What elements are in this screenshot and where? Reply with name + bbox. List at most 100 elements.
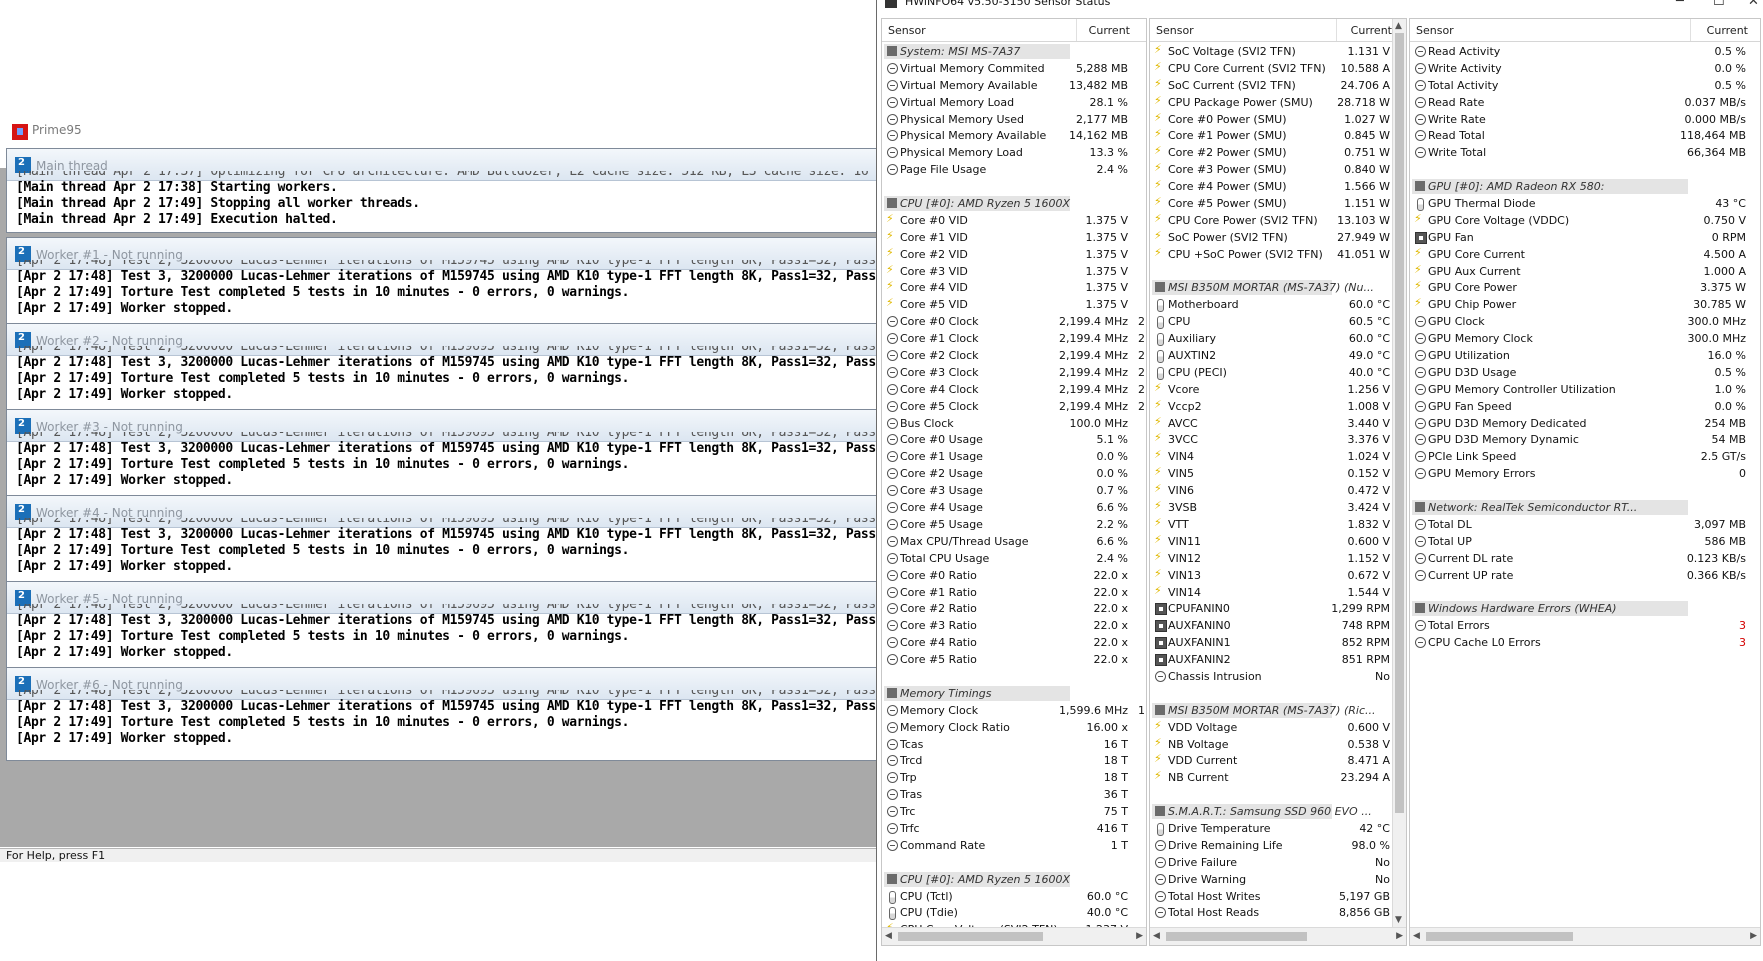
sensor-row[interactable]: Trfc 416 T <box>882 821 1146 838</box>
sensor-row[interactable]: GPU D3D Memory Dedicated 254 MB <box>1410 416 1760 433</box>
header-current[interactable]: Current <box>1707 24 1748 37</box>
sensor-row[interactable]: Core #1 Ratio 22.0 x <box>882 585 1146 602</box>
sensor-row[interactable]: Core #3 Ratio 22.0 x <box>882 618 1146 635</box>
sensor-row[interactable]: AUXFANIN1 852 RPM <box>1150 635 1406 652</box>
sensor-row[interactable]: Page File Usage 2.4 % <box>882 162 1146 179</box>
horizontal-scrollbar-thumb[interactable] <box>898 932 1043 941</box>
sensor-row[interactable]: GPU D3D Memory Dynamic 54 MB <box>1410 432 1760 449</box>
scroll-right-icon[interactable]: ▶ <box>1750 931 1757 941</box>
sensor-row[interactable]: CPU 60.5 °C <box>1150 314 1406 331</box>
sensor-row[interactable]: Write Total 66,364 MB <box>1410 145 1760 162</box>
sensor-group-header[interactable]: S.M.A.R.T.: Samsung SSD 960 EVO ... <box>1150 804 1406 821</box>
sensor-row[interactable]: Tras 36 T <box>882 787 1146 804</box>
sensor-row[interactable]: 3VSB 3.424 V <box>1150 499 1406 517</box>
horizontal-scrollbar-thumb[interactable] <box>1166 932 1307 941</box>
sensor-row[interactable]: GPU Memory Controller Utilization 1.0 % <box>1410 382 1760 399</box>
sensor-row[interactable]: Core #1 Usage 0.0 % <box>882 449 1146 466</box>
worker-window-4[interactable]: Worker #4 - Not running[Apr 2 17:48] Tes… <box>6 495 884 589</box>
sensor-row[interactable]: Core #2 VID 1.375 V <box>882 246 1146 264</box>
sensor-row[interactable]: VIN6 0.472 V <box>1150 482 1406 500</box>
sensor-row[interactable]: Core #5 Usage 2.2 % <box>882 517 1146 534</box>
sensor-row[interactable]: GPU Fan Speed 0.0 % <box>1410 399 1760 416</box>
sensor-row[interactable]: Total Activity 0.5 % <box>1410 78 1760 95</box>
sensor-row[interactable]: Vcore 1.256 V <box>1150 381 1406 399</box>
sensor-row[interactable]: CPU Core Power (SVI2 TFN) 13.103 W <box>1150 212 1406 230</box>
header-sensor[interactable]: Sensor <box>888 24 926 37</box>
sensor-row[interactable]: GPU Core Voltage (VDDC) 0.750 V <box>1410 212 1760 230</box>
sensor-row[interactable]: NB Voltage 0.538 V <box>1150 736 1406 754</box>
sensor-row[interactable]: SoC Voltage (SVI2 TFN) 1.131 V <box>1150 43 1406 61</box>
main-thread-window[interactable]: Main thread[Main thread Apr 2 17:37] Opt… <box>6 148 884 233</box>
sensor-row[interactable]: Memory Clock Ratio 16.00 x <box>882 720 1146 737</box>
prime95-titlebar[interactable]: Prime95 <box>0 115 876 147</box>
sensor-row[interactable]: AUXFANIN0 748 RPM <box>1150 618 1406 635</box>
sensor-row[interactable]: Vccp2 1.008 V <box>1150 398 1406 416</box>
sensor-row[interactable]: Drive Temperature 42 °C <box>1150 821 1406 838</box>
sensor-row[interactable]: Chassis Intrusion No <box>1150 669 1406 686</box>
sensor-row[interactable]: Write Activity 0.0 % <box>1410 61 1760 78</box>
worker-window-3[interactable]: Worker #3 - Not running[Apr 2 17:48] Tes… <box>6 409 884 503</box>
sensor-group-header[interactable]: CPU [#0]: AMD Ryzen 5 1600X <box>882 871 1146 889</box>
sensor-row[interactable]: GPU Clock 300.0 MHz <box>1410 314 1760 331</box>
sensor-row[interactable]: Core #3 VID 1.375 V <box>882 263 1146 281</box>
sensor-row[interactable]: AVCC 3.440 V <box>1150 415 1406 433</box>
sensor-row[interactable]: Core #4 Usage 6.6 % <box>882 500 1146 517</box>
sensor-row[interactable]: Drive Failure No <box>1150 855 1406 872</box>
worker-window-5[interactable]: Worker #5 - Not running[Apr 2 17:48] Tes… <box>6 581 884 675</box>
sensor-row[interactable]: Motherboard 60.0 °C <box>1150 297 1406 314</box>
sensor-row[interactable]: Write Rate 0.000 MB/s <box>1410 112 1760 129</box>
sensor-row[interactable]: CPUFANIN0 1,299 RPM <box>1150 601 1406 618</box>
scrollbar-thumb[interactable] <box>1395 33 1404 813</box>
sensor-row[interactable]: Trc 75 T <box>882 804 1146 821</box>
column-header[interactable]: Sensor Current <box>882 19 1146 42</box>
sensor-row[interactable]: VTT 1.832 V <box>1150 516 1406 534</box>
sensor-row[interactable]: SoC Current (SVI2 TFN) 24.706 A <box>1150 77 1406 95</box>
sensor-row[interactable]: Drive Remaining Life 98.0 % <box>1150 838 1406 855</box>
sensor-row[interactable]: CPU (Tdie) 40.0 °C <box>882 905 1146 922</box>
sensor-group-header[interactable]: Windows Hardware Errors (WHEA) <box>1410 601 1760 618</box>
sensor-row[interactable]: CPU +SoC Power (SVI2 TFN) 41.051 W <box>1150 246 1406 264</box>
header-sensor[interactable]: Sensor <box>1416 24 1454 37</box>
sensor-row[interactable]: Core #1 Power (SMU) 0.845 W <box>1150 127 1406 145</box>
sensor-row[interactable]: GPU Fan 0 RPM <box>1410 230 1760 247</box>
sensor-row[interactable]: Total Errors 3 <box>1410 618 1760 635</box>
vertical-scrollbar[interactable]: ▲ ▼ <box>1392 19 1406 927</box>
sensor-row[interactable]: AUXFANIN2 851 RPM <box>1150 652 1406 669</box>
sensor-row[interactable]: Virtual Memory Commited 5,288 MB <box>882 61 1146 78</box>
sensor-row[interactable]: Physical Memory Load 13.3 % <box>882 145 1146 162</box>
sensor-group-header[interactable]: Memory Timings <box>882 685 1146 703</box>
sensor-row[interactable]: Core #5 Power (SMU) 1.151 W <box>1150 195 1406 213</box>
sensor-row[interactable]: Virtual Memory Available 13,482 MB <box>882 78 1146 95</box>
scroll-down-icon[interactable]: ▼ <box>1395 915 1402 925</box>
sensor-row[interactable]: CPU Core Current (SVI2 TFN) 10.588 A <box>1150 60 1406 78</box>
scroll-right-icon[interactable]: ▶ <box>1136 931 1143 941</box>
header-current[interactable]: Current <box>1351 24 1392 37</box>
sensor-row[interactable]: Core #4 VID 1.375 V <box>882 279 1146 297</box>
sensor-row[interactable]: Trp 18 T <box>882 770 1146 787</box>
header-current[interactable]: Current <box>1089 24 1130 37</box>
sensor-row[interactable]: Core #0 Clock 2,199.4 MHz 2 <box>882 314 1146 331</box>
sensor-row[interactable]: GPU D3D Usage 0.5 % <box>1410 365 1760 382</box>
sensor-row[interactable]: Core #2 Power (SMU) 0.751 W <box>1150 144 1406 162</box>
sensor-group-header[interactable]: CPU [#0]: AMD Ryzen 5 1600X <box>882 196 1146 213</box>
scroll-right-icon[interactable]: ▶ <box>1396 931 1403 941</box>
sensor-row[interactable]: Total DL 3,097 MB <box>1410 517 1760 534</box>
sensor-row[interactable]: GPU Chip Power 30.785 W <box>1410 296 1760 314</box>
sensor-row[interactable]: VDD Voltage 0.600 V <box>1150 719 1406 737</box>
sensor-row[interactable]: CPU (PECI) 40.0 °C <box>1150 365 1406 382</box>
sensor-row[interactable]: Core #2 Clock 2,199.4 MHz 2 <box>882 348 1146 365</box>
sensor-row[interactable]: Bus Clock 100.0 MHz <box>882 416 1146 433</box>
sensor-row[interactable]: VDD Current 8.471 A <box>1150 752 1406 770</box>
sensor-row[interactable]: GPU Core Power 3.375 W <box>1410 279 1760 297</box>
sensor-row[interactable]: Trcd 18 T <box>882 753 1146 770</box>
maximize-icon[interactable]: ☐ <box>1713 0 1725 9</box>
sensor-group-header[interactable]: MSI B350M MORTAR (MS-7A37) (Ric... <box>1150 702 1406 720</box>
sensor-row[interactable]: Current UP rate 0.366 KB/s <box>1410 568 1760 585</box>
scroll-up-icon[interactable]: ▲ <box>1395 21 1402 31</box>
sensor-row[interactable]: PCIe Link Speed 2.5 GT/s <box>1410 449 1760 466</box>
sensor-row[interactable]: Core #1 VID 1.375 V <box>882 229 1146 247</box>
sensor-row[interactable]: Read Rate 0.037 MB/s <box>1410 95 1760 112</box>
sensor-row[interactable]: VIN11 0.600 V <box>1150 533 1406 551</box>
sensor-row[interactable]: Virtual Memory Load 28.1 % <box>882 95 1146 112</box>
sensor-row[interactable]: Core #1 Clock 2,199.4 MHz 2 <box>882 331 1146 348</box>
